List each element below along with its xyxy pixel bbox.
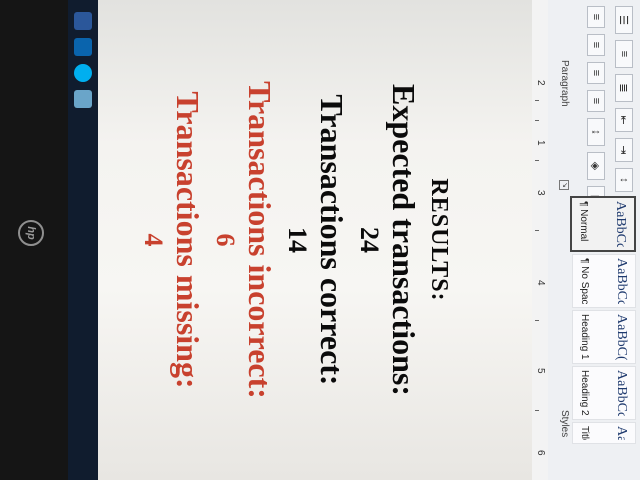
style-name: Heading 1 xyxy=(579,314,590,360)
ruler-tick xyxy=(535,320,539,321)
ruler-tick xyxy=(535,410,539,411)
results-block: RESULTS: Expected transactions: 24 Trans… xyxy=(135,0,452,480)
decrease-indent-button[interactable]: ⇤ xyxy=(615,108,633,132)
ruler-number: 5 xyxy=(535,368,546,374)
bullets-button[interactable]: ☰ xyxy=(615,6,633,34)
ruler-number: 1 xyxy=(535,140,546,146)
ruler-number: 4 xyxy=(535,280,546,286)
expected-transactions-value: 24 xyxy=(355,227,384,253)
horizontal-ruler[interactable]: 2 1 3 4 5 6 xyxy=(531,0,548,480)
skype-icon[interactable] xyxy=(74,64,92,82)
paragraph-group-label: Paragraph xyxy=(559,60,570,107)
style-name: ¶ No Spac... xyxy=(579,258,590,304)
word-icon[interactable] xyxy=(74,12,92,30)
style-sample: AaBbCcDc xyxy=(614,258,629,304)
taskbar xyxy=(68,0,98,480)
style-normal[interactable]: AaBbCcDc ¶ Normal xyxy=(570,196,636,252)
transactions-incorrect-label: Transactions incorrect: xyxy=(242,81,278,399)
ruler-tick xyxy=(535,230,539,231)
outlook-icon[interactable] xyxy=(74,38,92,56)
style-heading-2[interactable]: AaBbCcE Heading 2 xyxy=(572,366,636,420)
increase-indent-button[interactable]: ⇥ xyxy=(615,138,633,162)
style-sample: Aal xyxy=(614,426,629,440)
transactions-incorrect-value: 6 xyxy=(211,233,240,247)
transactions-correct-value: 14 xyxy=(283,227,312,253)
style-sample: AaBbC( xyxy=(614,314,629,360)
ruler-tick xyxy=(535,120,539,121)
hp-logo: hp xyxy=(18,220,44,246)
align-right-button[interactable]: ≡ xyxy=(587,62,605,84)
style-name: Heading 2 xyxy=(579,370,590,416)
style-sample: AaBbCcDc xyxy=(613,201,628,247)
numbering-button[interactable]: ≡ xyxy=(615,40,633,68)
ruler-tick xyxy=(535,160,539,161)
results-heading: RESULTS: xyxy=(426,178,452,302)
rotated-screen: ☰ ≡ ≣ ⇤ ⇥ ↕ ¶ ≡ ≡ ≡ ≡ ↨ ◈ ▦ Paragraph ↘ … xyxy=(0,0,640,480)
paragraph-row-1: ☰ ≡ ≣ ⇤ ⇥ ↕ ¶ xyxy=(614,6,634,222)
transactions-correct-label: Transactions correct: xyxy=(314,94,350,386)
transactions-missing-label: Transactions missing: xyxy=(170,91,206,389)
ruler-number: 3 xyxy=(535,190,546,196)
paragraph-dialog-launcher-icon[interactable]: ↘ xyxy=(559,180,569,190)
style-no-spacing[interactable]: AaBbCcDc ¶ No Spac... xyxy=(572,254,636,308)
align-left-button[interactable]: ≡ xyxy=(587,6,605,28)
style-name: Title xyxy=(579,426,590,440)
align-center-button[interactable]: ≡ xyxy=(587,34,605,56)
ruler-number: 2 xyxy=(535,80,546,86)
expected-transactions-label: Expected transactions: xyxy=(386,84,422,396)
style-name: ¶ Normal xyxy=(578,201,589,242)
justify-button[interactable]: ≡ xyxy=(587,90,605,112)
multilevel-list-button[interactable]: ≣ xyxy=(615,74,633,102)
ruler-tick xyxy=(535,100,539,101)
ribbon: ☰ ≡ ≣ ⇤ ⇥ ↕ ¶ ≡ ≡ ≡ ≡ ↨ ◈ ▦ Paragraph ↘ … xyxy=(547,0,640,480)
style-sample: AaBbCcE xyxy=(614,370,629,416)
paragraph-row-2: ≡ ≡ ≡ ≡ ↨ ◈ ▦ xyxy=(586,6,606,214)
ruler-number: 6 xyxy=(535,450,546,456)
shading-button[interactable]: ◈ xyxy=(587,152,605,180)
sort-button[interactable]: ↕ xyxy=(615,168,633,192)
styles-gallery: AaBbCcDc ¶ Normal AaBbCcDc ¶ No Spac... … xyxy=(570,196,636,444)
style-title[interactable]: Aal Title xyxy=(572,422,636,444)
transactions-missing-value: 4 xyxy=(139,233,168,247)
document-page[interactable]: RESULTS: Expected transactions: 24 Trans… xyxy=(98,0,532,480)
app-icon[interactable] xyxy=(74,90,92,108)
line-spacing-button[interactable]: ↨ xyxy=(587,118,605,146)
styles-group-label: Styles xyxy=(559,410,570,438)
style-heading-1[interactable]: AaBbC( Heading 1 xyxy=(572,310,636,364)
